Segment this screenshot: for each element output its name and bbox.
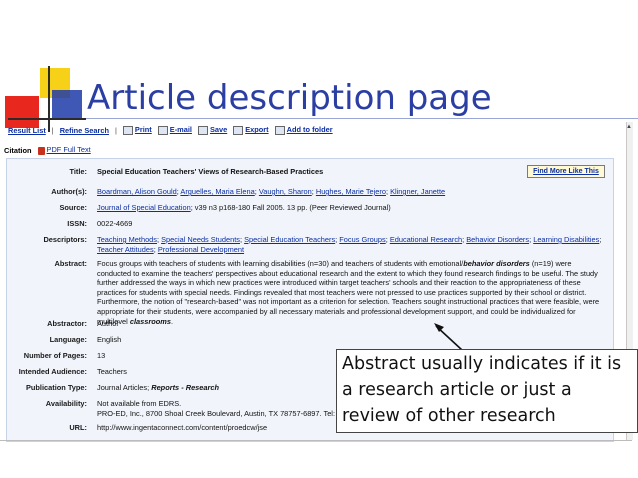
- callout-box: Abstract usually indicates if it is a re…: [336, 349, 638, 433]
- callout-line: Abstract usually indicates if it is: [342, 354, 622, 374]
- callout-line: a research article or just a: [342, 380, 572, 400]
- bottom-rule: [0, 440, 632, 441]
- callout-line: review of other research: [342, 406, 556, 426]
